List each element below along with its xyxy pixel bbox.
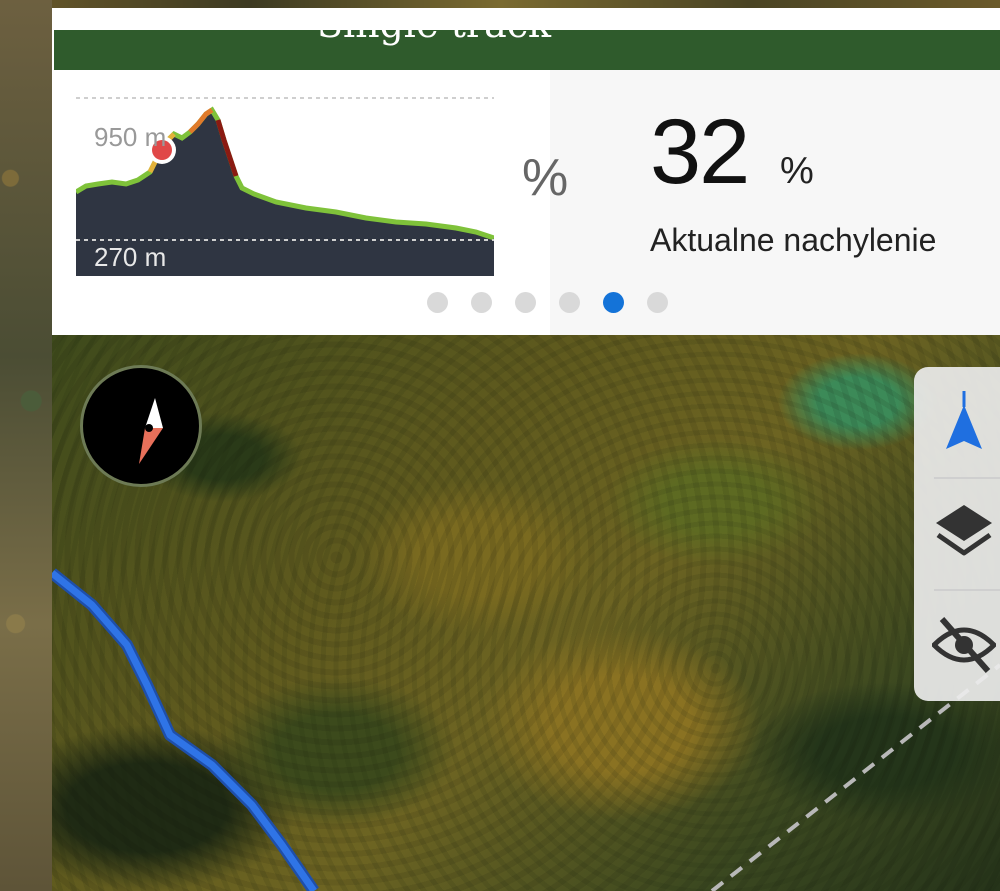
satellite-map[interactable] bbox=[52, 335, 1000, 891]
hide-eye-icon bbox=[932, 617, 996, 673]
compass-button[interactable] bbox=[80, 365, 202, 487]
slope-label: Aktualne nachylenie bbox=[650, 222, 937, 258]
elevation-max-label: 950 m bbox=[94, 122, 167, 152]
layers-icon bbox=[936, 505, 992, 556]
app-screen: Single track 950 m 270 m % 32 % Aktualne… bbox=[52, 8, 1000, 891]
page-dot[interactable] bbox=[559, 292, 580, 313]
navigation-arrow-icon bbox=[946, 391, 982, 449]
track-title-bar: Single track bbox=[54, 30, 1000, 70]
page-dot[interactable] bbox=[427, 292, 448, 313]
layers-button[interactable] bbox=[914, 479, 1000, 589]
slope-unit: % bbox=[780, 150, 814, 192]
map-controls-panel bbox=[914, 367, 1000, 701]
slope-value: 32 bbox=[650, 101, 750, 203]
page-dot[interactable] bbox=[471, 292, 492, 313]
route-line-outline bbox=[52, 568, 319, 891]
track-title: Single track bbox=[54, 30, 814, 46]
slope-percent-icon: % bbox=[522, 149, 569, 207]
hide-button[interactable] bbox=[914, 591, 1000, 701]
elevation-profile-card[interactable]: 950 m 270 m bbox=[76, 94, 494, 276]
info-panel[interactable]: 950 m 270 m % 32 % Aktualne nachylenie bbox=[52, 70, 1000, 335]
compass-icon bbox=[139, 398, 163, 464]
page-dot[interactable] bbox=[647, 292, 668, 313]
background-photo-left bbox=[0, 0, 52, 891]
page-dot-active[interactable] bbox=[603, 292, 624, 313]
background-photo-top bbox=[0, 0, 1000, 8]
page-dot[interactable] bbox=[515, 292, 536, 313]
elevation-min-label: 270 m bbox=[94, 242, 167, 272]
navigation-button[interactable] bbox=[914, 367, 1000, 477]
